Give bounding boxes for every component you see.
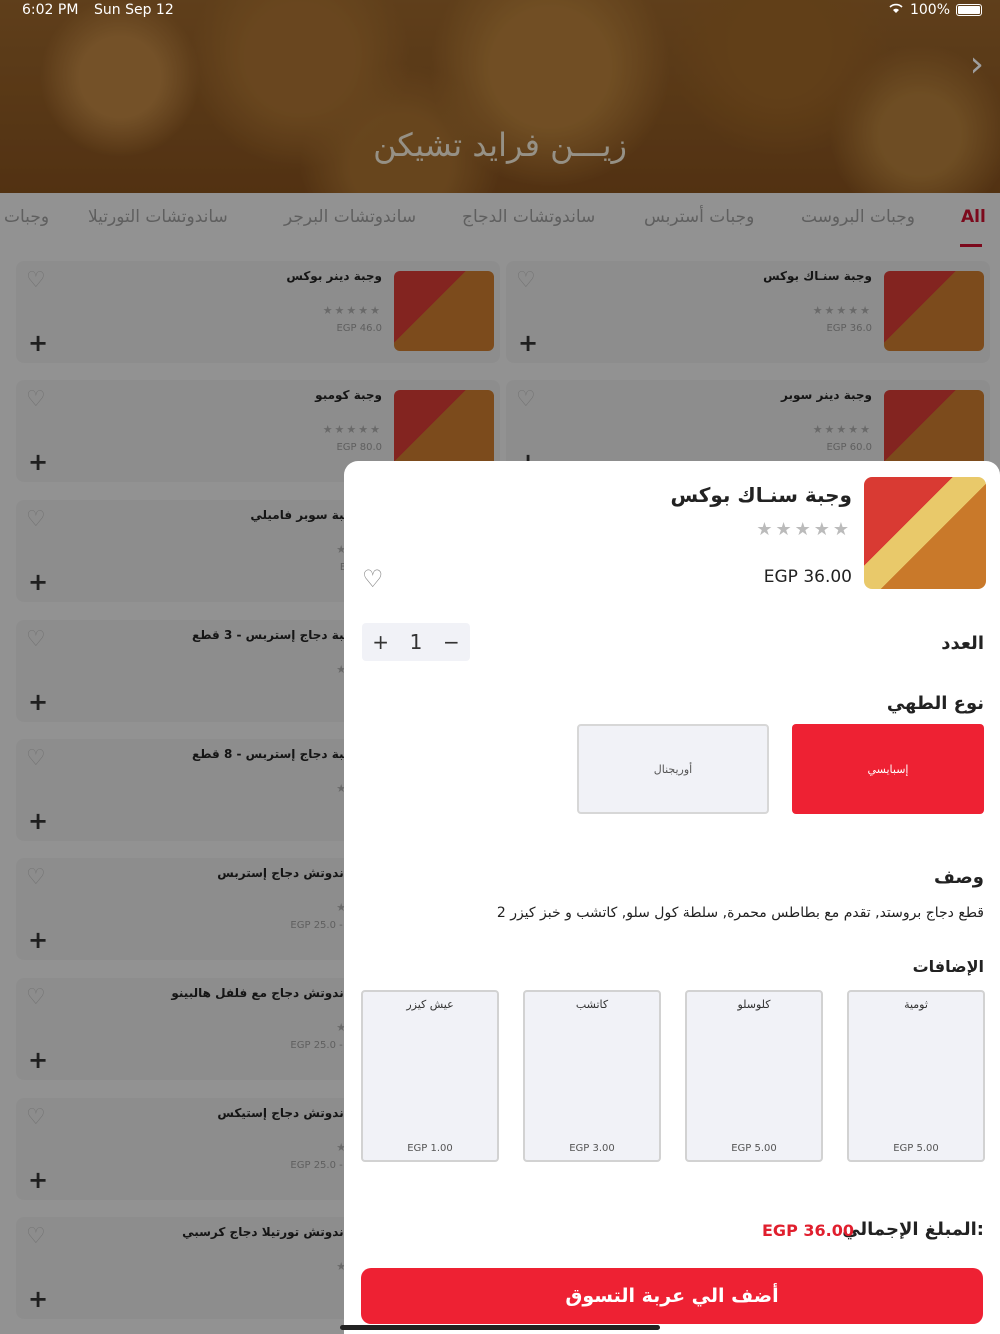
status-right: 100% [888, 2, 982, 18]
cooking-type-label: نوع الطهي [886, 693, 984, 714]
addon-price: EGP 1.00 [407, 1143, 453, 1154]
total-value: EGP 36.00 [762, 1221, 854, 1240]
addon-price: EGP 3.00 [569, 1143, 615, 1154]
rating-stars: ★★★★★ [756, 519, 852, 540]
total-label: المبلغ الإجمالي: [842, 1219, 984, 1240]
battery-percent: 100% [909, 2, 950, 18]
addon-option[interactable]: عيش كيزر EGP 1.00 [361, 990, 499, 1162]
status-bar: 6:02 PM Sun Sep 12 100% [0, 0, 1000, 22]
cooking-option-original[interactable]: أوريجنال [577, 724, 769, 814]
cooking-option-spicy[interactable]: إسبايسي [792, 724, 984, 814]
add-to-cart-button[interactable]: أضف الي عربة التسوق [361, 1268, 983, 1324]
heart-icon[interactable]: ♡ [362, 565, 384, 593]
product-description: 2 قطع دجاج بروستد, تقدم مع بطاطس محمرة, … [496, 905, 984, 921]
addon-option[interactable]: كلوسلو EGP 5.00 [685, 990, 823, 1162]
addon-option[interactable]: كاتشب EGP 3.00 [523, 990, 661, 1162]
addon-name: عيش كيزر [406, 998, 454, 1011]
addon-name: ثومية [904, 998, 928, 1011]
addon-name: كاتشب [575, 998, 609, 1011]
product-name: وجبة سنـاك بوكس [670, 483, 852, 507]
addon-price: EGP 5.00 [893, 1143, 939, 1154]
description-label: وصف [933, 867, 984, 888]
status-time: 6:02 PM [22, 2, 79, 18]
home-indicator [340, 1325, 660, 1330]
wifi-icon [888, 2, 904, 18]
battery-icon [956, 4, 982, 16]
product-detail-sheet: وجبة سنـاك بوكس ★★★★★ EGP 36.00 ♡ + 1 − … [344, 461, 1000, 1334]
product-price: EGP 36.00 [763, 567, 852, 587]
quantity-label: العدد [941, 633, 984, 654]
product-image [864, 477, 986, 589]
addon-name: كلوسلو [737, 998, 771, 1011]
addon-option[interactable]: ثومية EGP 5.00 [847, 990, 985, 1162]
minus-icon[interactable]: − [443, 630, 460, 654]
plus-icon[interactable]: + [372, 630, 389, 654]
addon-price: EGP 5.00 [731, 1143, 777, 1154]
quantity-value: 1 [409, 630, 423, 654]
addons-label: الإضافات [912, 957, 984, 976]
status-date: Sun Sep 12 [94, 2, 174, 18]
quantity-stepper: + 1 − [362, 623, 470, 661]
